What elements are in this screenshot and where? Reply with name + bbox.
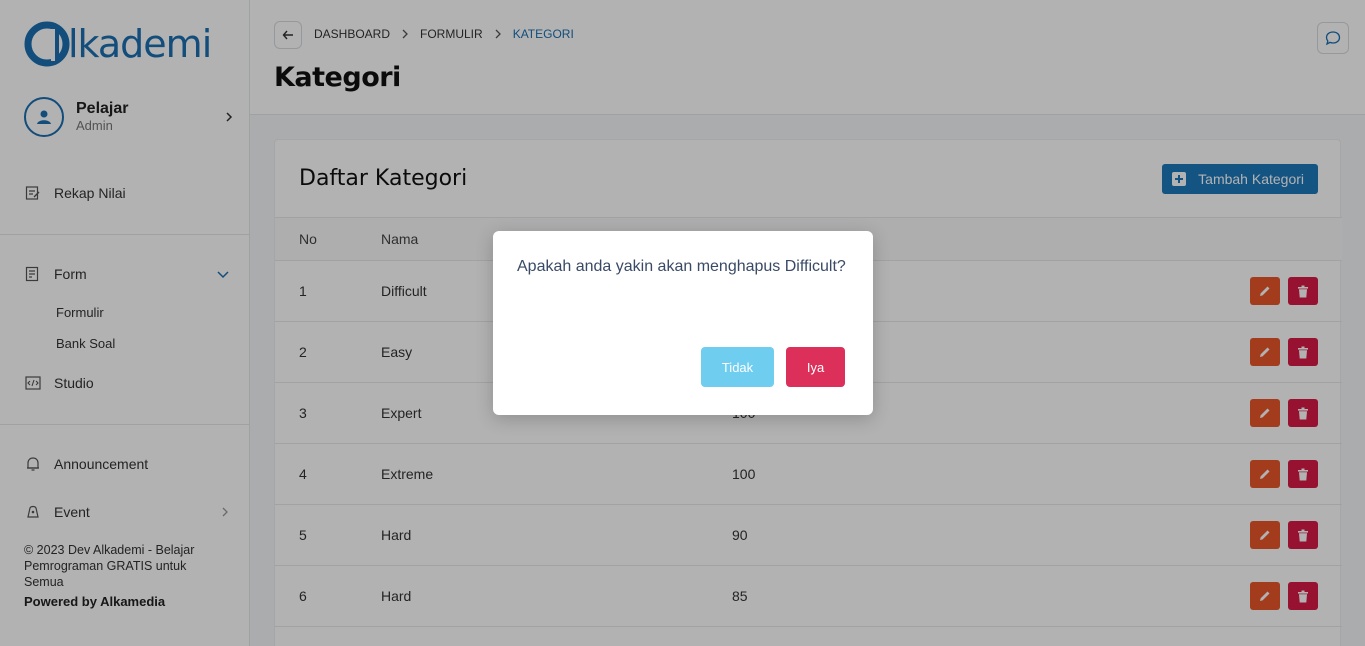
delete-confirm-dialog: Apakah anda yakin akan menghapus Difficu… [493,231,873,415]
confirm-delete-button[interactable]: Iya [786,347,845,387]
cancel-button[interactable]: Tidak [701,347,774,387]
dialog-message: Apakah anda yakin akan menghapus Difficu… [517,258,846,275]
